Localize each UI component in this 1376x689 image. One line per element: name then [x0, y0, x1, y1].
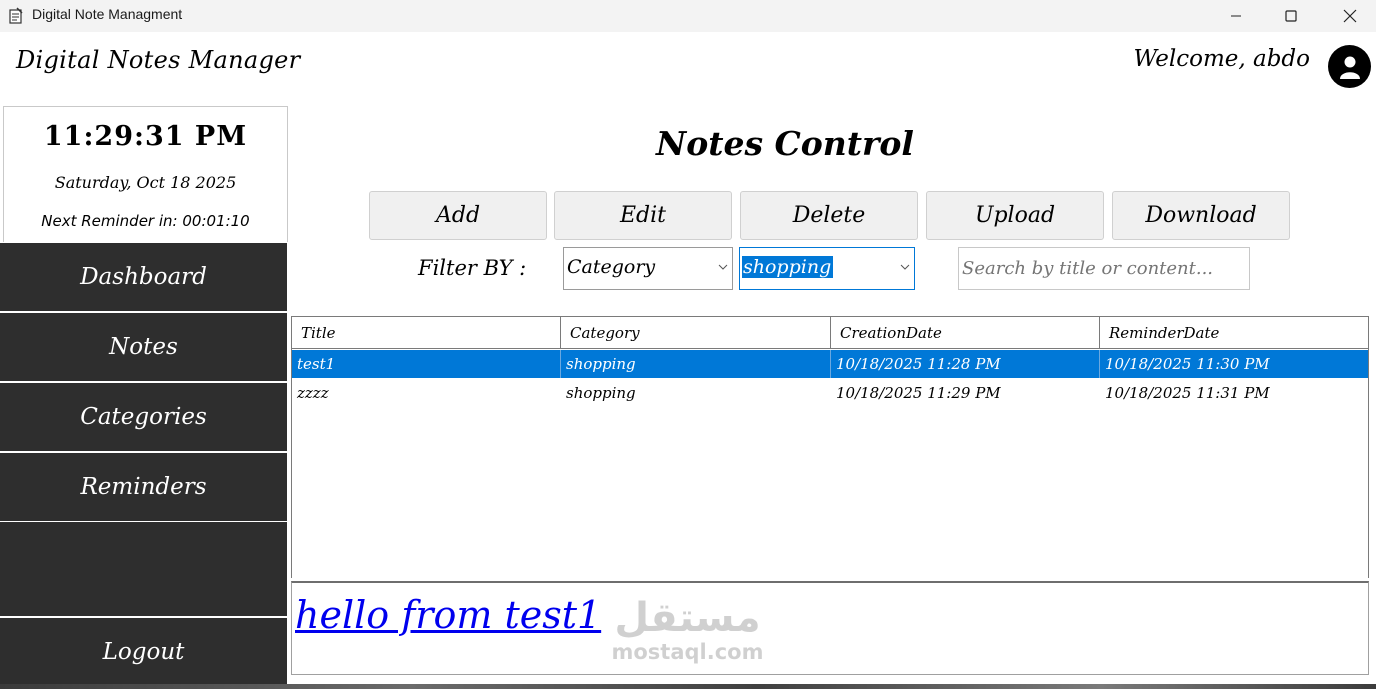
- watermark-arabic: مستقل: [614, 595, 761, 641]
- watermark-latin: mostaql.com: [611, 640, 764, 664]
- logout-button[interactable]: Logout: [0, 618, 287, 686]
- sidebar-blank-panel: [0, 522, 287, 616]
- note-content-link[interactable]: hello from test1: [295, 593, 601, 637]
- close-button[interactable]: [1327, 0, 1373, 32]
- app-name: Digital Notes Manager: [16, 46, 301, 74]
- cell-category: shopping: [566, 384, 636, 402]
- edit-button[interactable]: Edit: [554, 191, 732, 240]
- avatar[interactable]: [1328, 45, 1371, 88]
- cell-reminder-date: 10/18/2025 11:31 PM: [1105, 384, 1270, 402]
- chevron-down-icon: [900, 264, 910, 270]
- next-reminder: Next Reminder in: 00:01:10: [41, 212, 250, 230]
- maximize-icon: [1285, 10, 1297, 22]
- clock-panel: 11:29:31 PM Saturday, Oct 18 2025 Next R…: [3, 106, 288, 242]
- cell-reminder-date: 10/18/2025 11:30 PM: [1105, 355, 1270, 373]
- filter-field-value: Category: [567, 256, 656, 278]
- user-icon: [1339, 56, 1360, 79]
- maximize-button[interactable]: [1268, 0, 1314, 32]
- sidebar-item-categories[interactable]: Categories: [0, 383, 287, 451]
- table-row[interactable]: test1 shopping 10/18/2025 11:28 PM 10/18…: [292, 350, 1368, 378]
- cell-title: zzzz: [297, 384, 329, 402]
- desktop-strip: [0, 684, 1376, 689]
- upload-button[interactable]: Upload: [926, 191, 1104, 240]
- column-header-creation-date[interactable]: CreationDate: [831, 317, 1100, 349]
- cell-category: shopping: [561, 350, 831, 378]
- column-header-reminder-date[interactable]: ReminderDate: [1100, 317, 1368, 349]
- window-title: Digital Note Managment: [32, 6, 183, 22]
- notepad-icon: [7, 7, 25, 25]
- sidebar-item-notes[interactable]: Notes: [0, 313, 287, 381]
- cell-title: test1: [292, 350, 561, 378]
- cell-creation-date: 10/18/2025 11:28 PM: [831, 350, 1100, 378]
- window-titlebar: Digital Note Managment: [0, 0, 1376, 32]
- chevron-down-icon: [718, 264, 728, 270]
- add-button[interactable]: Add: [369, 191, 547, 240]
- close-icon: [1343, 9, 1357, 23]
- sidebar-item-dashboard[interactable]: Dashboard: [0, 243, 287, 311]
- cell-creation-date: 10/18/2025 11:29 PM: [836, 384, 1001, 402]
- welcome-text: Welcome, abdo: [1133, 46, 1310, 72]
- column-header-title[interactable]: Title: [292, 317, 561, 349]
- minimize-icon: [1231, 15, 1241, 17]
- search-input[interactable]: [958, 247, 1250, 290]
- download-button[interactable]: Download: [1112, 191, 1290, 240]
- minimize-button[interactable]: [1213, 0, 1259, 32]
- page-title: Notes Control: [656, 124, 914, 163]
- notes-table[interactable]: Title Category CreationDate ReminderDate…: [291, 316, 1369, 578]
- table-row[interactable]: zzzz shopping 10/18/2025 11:29 PM 10/18/…: [292, 379, 1368, 407]
- sidebar-item-reminders[interactable]: Reminders: [0, 453, 287, 521]
- column-header-category[interactable]: Category: [561, 317, 831, 349]
- delete-button[interactable]: Delete: [740, 191, 918, 240]
- filter-value-text: shopping: [742, 256, 834, 278]
- filter-label: Filter BY :: [418, 256, 527, 280]
- filter-value-select[interactable]: shopping: [739, 247, 915, 290]
- watermark: مستقل mostaql.com: [600, 596, 775, 676]
- filter-field-select[interactable]: Category: [563, 247, 733, 290]
- table-header: Title Category CreationDate ReminderDate: [292, 317, 1368, 349]
- clock-time: 11:29:31 PM: [43, 121, 248, 152]
- note-content-box[interactable]: hello from test1: [291, 581, 1369, 675]
- clock-date: Saturday, Oct 18 2025: [54, 173, 237, 192]
